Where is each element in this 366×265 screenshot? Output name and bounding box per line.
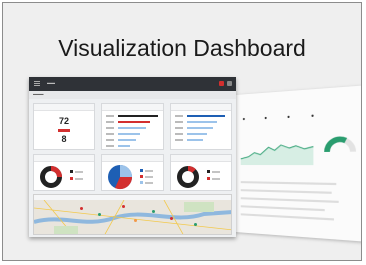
donut-panel-1 [33,154,95,191]
bar [187,127,213,129]
back-kpi-4: • [311,113,314,121]
bar [118,115,158,117]
kpi-secondary-value: 8 [61,134,67,144]
kpi-panel: 72 8 [33,103,95,150]
bar [187,139,203,141]
map-pin [152,210,155,213]
map-pin [80,207,83,210]
bar [187,115,225,117]
kpi-primary-value: 72 [58,116,69,126]
secondary-dashboard-preview: • • • • [235,85,361,242]
menu-icon [34,81,40,86]
map-view [34,200,231,234]
dashboard-topbar: ▬▬ [29,77,236,91]
back-kpi-1: • [242,116,246,124]
back-table-row [240,205,325,212]
pie-chart [108,165,133,190]
card-title: Visualization Dashboard [58,35,306,61]
map-pin [194,223,197,226]
back-gauge-chart [322,133,357,154]
bar-panel-2 [170,103,232,150]
bar [187,121,217,123]
donut-chart [40,166,62,188]
bar [118,133,140,135]
dashboard-card[interactable]: Visualization Dashboard • • • • ▬▬ ▬▬▬ 7… [2,2,362,261]
map-panel [33,194,232,235]
back-table-row [240,213,334,221]
map-pin [122,205,125,208]
dashboard-content: 72 8 [29,99,236,237]
notification-icon [219,81,224,86]
back-line-chart [240,137,318,166]
donut-panel-2 [170,154,232,191]
map-pin [134,219,137,222]
back-table-row [240,197,339,203]
dashboard-subbar [29,91,236,99]
map-pin [98,213,101,216]
bar [187,133,207,135]
donut-chart [177,166,199,188]
bar [118,127,146,129]
bar [118,121,150,123]
back-table-row [240,189,332,194]
settings-icon [227,81,232,86]
back-kpi-2: • [264,115,267,123]
back-kpi-3: • [287,114,290,122]
breadcrumb: ▬▬▬ [33,92,44,96]
app-name-placeholder: ▬▬ [47,80,55,85]
back-table-row [240,181,337,186]
bar [118,139,136,141]
bar-panel-1 [101,103,164,150]
map-pin [170,217,173,220]
main-dashboard-preview: ▬▬ ▬▬▬ 72 8 [29,77,236,237]
pie-panel [101,154,164,191]
bar [118,145,130,147]
kpi-trend-marker [58,129,70,132]
